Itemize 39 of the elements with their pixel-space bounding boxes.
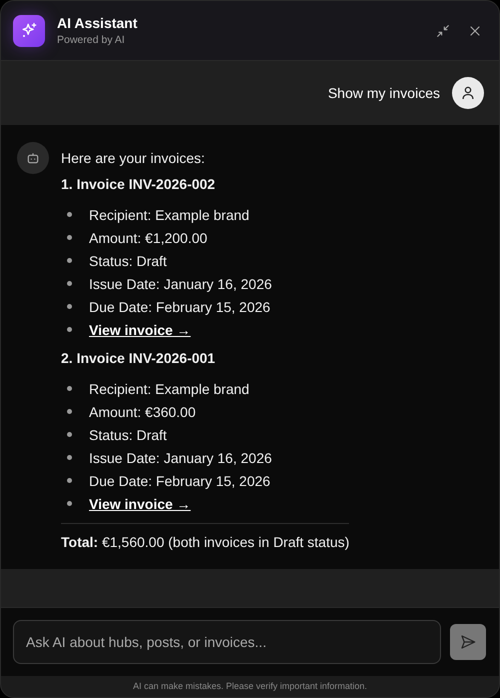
invoice-detail: Due Date: February 15, 2026 (89, 472, 270, 490)
bullet-icon (67, 304, 72, 309)
bullet-icon (67, 212, 72, 217)
window-title: AI Assistant (57, 15, 138, 31)
total-text: Total: €1,560.00 (both invoices in Draft status) (61, 523, 350, 551)
send-icon (459, 633, 477, 651)
invoice-heading: 2. Invoice INV-2026-001 (61, 349, 216, 367)
invoice-detail: Status: Draft (89, 252, 167, 270)
invoice-detail: Recipient: Example brand (89, 206, 250, 224)
disclaimer-text: AI can make mistakes. Please verify important information. (132, 680, 368, 693)
message-text: Here are your invoices: (61, 149, 206, 167)
invoice-detail: Amount: €360.00 (89, 402, 196, 420)
bullet-icon (67, 281, 72, 286)
invoice-detail: Due Date: February 15, 2026 (89, 298, 270, 316)
view-invoice-link[interactable]: View invoice → (89, 494, 191, 512)
bullet-icon (67, 409, 72, 414)
bullet-icon (67, 235, 72, 240)
user-avatar-icon (452, 77, 484, 109)
invoice-detail: Status: Draft (89, 426, 167, 444)
view-invoice-link[interactable]: View invoice → (89, 320, 191, 338)
bullet-icon (67, 478, 72, 483)
invoice-detail: Amount: €1,200.00 (89, 228, 208, 246)
user-message: Show my invoices (328, 85, 440, 101)
send-button[interactable] (450, 624, 486, 660)
bullet-icon (67, 501, 72, 506)
invoice-heading: 1. Invoice INV-2026-002 (61, 175, 216, 193)
bullet-icon (67, 386, 72, 391)
invoice-detail: Recipient: Example brand (89, 380, 250, 398)
window-subtitle: Powered by AI (57, 34, 126, 46)
sparkle-icon (13, 14, 45, 46)
invoice-detail: Issue Date: January 16, 2026 (89, 274, 272, 292)
robot-avatar-icon (17, 142, 49, 174)
bullet-icon (67, 258, 72, 263)
chat-input-field[interactable]: Ask AI about hubs, posts, or invoices... (13, 620, 441, 664)
collapse-arrows-icon (435, 22, 451, 38)
bullet-icon (67, 455, 72, 460)
bullet-icon (67, 327, 72, 332)
invoice-detail: Issue Date: January 16, 2026 (89, 448, 272, 466)
bullet-icon (67, 432, 72, 437)
